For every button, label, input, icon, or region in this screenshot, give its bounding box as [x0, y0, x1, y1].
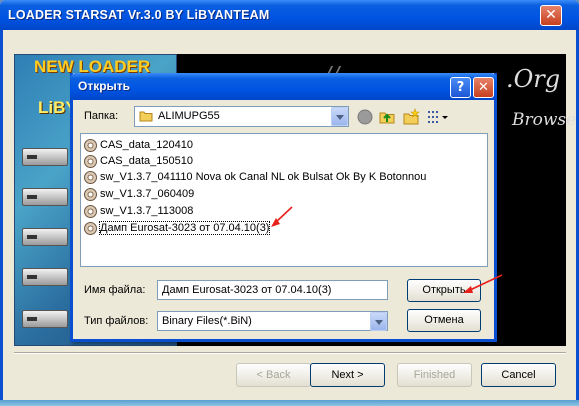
window-close-button[interactable]: ✕: [540, 5, 562, 26]
banner-browse-text: Browse: [512, 110, 577, 130]
receiver-image: [22, 310, 68, 328]
file-item[interactable]: CAS_data_120410: [84, 137, 193, 153]
filename-label: Имя файла:: [84, 284, 146, 296]
close-icon[interactable]: ✕: [473, 77, 494, 98]
file-name: sw_V1.3.7_113008: [100, 205, 194, 217]
receiver-image: [22, 148, 68, 166]
receiver-image: [22, 268, 68, 286]
filetype-select[interactable]: Binary Files(*.BiN): [157, 311, 388, 331]
open-button[interactable]: Открыть: [407, 279, 481, 302]
file-item[interactable]: CAS_data_150510: [84, 153, 193, 169]
help-icon[interactable]: ?: [450, 77, 471, 98]
dialog-titlebar[interactable]: [70, 73, 497, 100]
banner-org-text: .Org: [506, 65, 561, 93]
file-name: CAS_data_120410: [100, 139, 193, 151]
folder-dropdown-arrow[interactable]: [331, 107, 348, 126]
file-item-selected[interactable]: Дамп Eurosat-3023 от 07.04.10(3): [84, 220, 271, 236]
filetype-dropdown-arrow[interactable]: [370, 312, 387, 331]
filename-input[interactable]: Дамп Eurosat-3023 от 07.04.10(3): [157, 280, 388, 300]
disk-file-icon: [84, 154, 97, 168]
file-name: sw_V1.3.7_041110 Nova ok Canal NL ok Bul…: [100, 171, 427, 183]
window-separator: [14, 352, 566, 354]
disk-file-icon: [84, 221, 97, 235]
dialog-title: Открыть: [78, 79, 131, 93]
file-name: Дамп Eurosat-3023 от 07.04.10(3): [98, 221, 271, 235]
finished-button[interactable]: Finished: [397, 363, 472, 387]
file-item[interactable]: sw_V1.3.7_041110 Nova ok Canal NL ok Bul…: [84, 169, 426, 185]
file-name: CAS_data_150510: [100, 155, 193, 167]
file-name: sw_V1.3.7_060409: [100, 188, 195, 200]
folder-icon: [139, 111, 153, 122]
folder-value: ALIMUPG55: [158, 110, 220, 122]
view-menu-icon[interactable]: [426, 108, 450, 126]
new-folder-icon[interactable]: [402, 108, 420, 126]
back-icon[interactable]: [356, 108, 374, 126]
receiver-image: [22, 228, 68, 246]
file-item[interactable]: sw_V1.3.7_113008: [84, 203, 193, 219]
disk-file-icon: [84, 170, 97, 184]
dialog-cancel-button[interactable]: Отмена: [407, 309, 481, 332]
disk-file-icon: [84, 187, 97, 201]
back-button[interactable]: < Back: [236, 363, 311, 387]
filetype-label: Тип файлов:: [84, 315, 149, 327]
up-folder-icon[interactable]: [378, 108, 396, 126]
cancel-button[interactable]: Cancel: [481, 363, 556, 387]
disk-file-icon: [84, 138, 97, 152]
window-title: LOADER STARSAT Vr.3.0 BY LiBYANTEAM: [8, 8, 270, 22]
file-item[interactable]: sw_V1.3.7_060409: [84, 186, 194, 202]
folder-label: Папка:: [84, 110, 119, 122]
disk-file-icon: [84, 204, 97, 218]
next-button[interactable]: Next >: [310, 363, 385, 387]
window-bottom-edge: [0, 400, 579, 406]
receiver-image: [22, 188, 68, 206]
